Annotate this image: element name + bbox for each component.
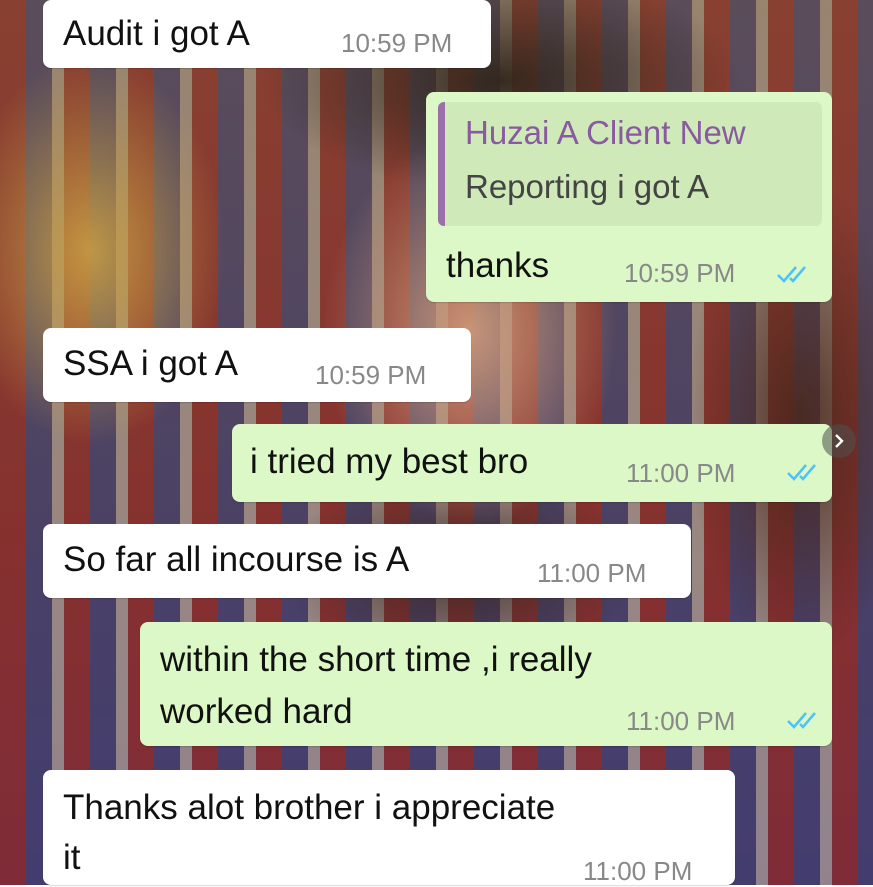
message-text: i tried my best bro [250, 442, 529, 481]
message-text: thanks [446, 246, 550, 285]
double-check-icon [787, 712, 816, 729]
message-time: 10:59 PM [315, 360, 427, 390]
message-text: So far all incourse is A [63, 540, 410, 579]
message-bubble-incoming[interactable]: Thanks alot brother i appreciate it 11:0… [43, 770, 735, 886]
message-time: 11:00 PM [626, 458, 736, 488]
message-bubble-outgoing[interactable]: i tried my best bro 11:00 PM [232, 424, 832, 502]
message-bubble-incoming[interactable]: Audit i got A 10:59 PM [43, 0, 491, 68]
message-bubble-outgoing[interactable]: within the short time ,i really worked h… [140, 622, 832, 746]
quoted-sender-name: Huzai A Client New [465, 114, 746, 151]
message-time: 11:00 PM [537, 558, 647, 588]
message-text-line-1: Thanks alot brother i appreciate [63, 788, 556, 827]
message-time: 10:59 PM [341, 28, 453, 58]
double-check-icon [777, 266, 806, 283]
message-text-line-2: it [63, 838, 81, 877]
message-time: 10:59 PM [624, 258, 736, 288]
message-bubble-outgoing[interactable]: Huzai A Client New Reporting i got A tha… [426, 92, 832, 302]
message-bubble-incoming[interactable]: SSA i got A 10:59 PM [43, 328, 471, 402]
double-check-icon [787, 464, 816, 481]
message-text: SSA i got A [63, 344, 239, 383]
quoted-reply[interactable]: Huzai A Client New Reporting i got A [438, 102, 822, 226]
message-time: 11:00 PM [583, 856, 693, 886]
message-time: 11:00 PM [626, 706, 736, 736]
message-bubble-incoming[interactable]: So far all incourse is A 11:00 PM [43, 524, 691, 598]
message-text: Audit i got A [63, 14, 250, 53]
chevron-right-icon [835, 434, 844, 448]
quoted-message-text: Reporting i got A [465, 168, 709, 205]
message-text-line-1: within the short time ,i really [160, 640, 592, 679]
forward-button[interactable] [822, 424, 856, 458]
message-text-line-2: worked hard [160, 692, 353, 731]
